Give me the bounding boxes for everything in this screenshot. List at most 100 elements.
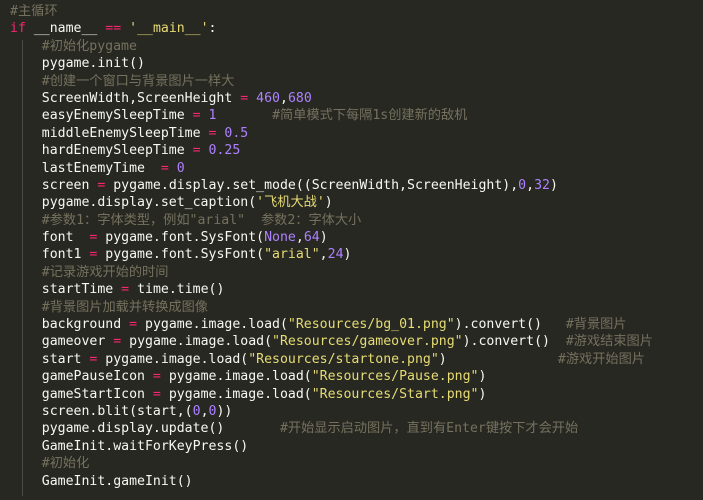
- code-line[interactable]: gamePauseIcon = pygame.image.load("Resou…: [10, 368, 653, 385]
- code-line[interactable]: #参数1：字体类型，例如"arial" 参数2：字体大小: [10, 212, 653, 229]
- code-token-code-text: pygame.display.update(): [41, 421, 280, 437]
- code-token-code-text: [216, 108, 272, 123]
- code-view[interactable]: #主循环 if __name__ == '__main__': #初始化pygam…: [10, 3, 653, 490]
- code-line[interactable]: GameInit.waitForKeyPress(): [10, 438, 653, 455]
- code-token-code-text: screen.blit(start,(: [41, 403, 193, 419]
- code-line[interactable]: gameStartIcon = pygame.image.load("Resou…: [10, 386, 653, 403]
- code-token-code-text: gamePauseIcon: [41, 369, 153, 385]
- code-token-code-text: middleEnemySleepTime: [41, 125, 209, 141]
- code-token-code-text: ScreenWidth,ScreenHeight: [41, 90, 241, 106]
- code-line[interactable]: easyEnemySleepTime = 1 #简单模式下每隔1s创建新的敌机: [10, 107, 653, 124]
- code-line[interactable]: #主循环: [10, 3, 653, 20]
- code-token-code-text: pygame.image.load(: [137, 317, 288, 333]
- code-token-number: 0: [176, 160, 185, 176]
- code-line[interactable]: screen = pygame.display.set_mode((Screen…: [10, 177, 653, 194]
- code-token-operator: =: [121, 282, 130, 298]
- code-line[interactable]: gameover = pygame.image.load("Resources/…: [10, 333, 653, 350]
- code-line[interactable]: #创建一个窗口与背景图片一样大: [10, 73, 653, 90]
- code-token-number: None: [264, 230, 296, 246]
- code-line[interactable]: #初始化pygame: [10, 38, 653, 55]
- code-token-comment: #背景图片: [565, 317, 627, 333]
- code-line[interactable]: pygame.display.set_caption('飞机大战'): [10, 194, 653, 211]
- code-token-code-text: font1: [41, 247, 90, 263]
- code-token-string: "Resources/Start.png": [311, 386, 479, 402]
- code-line[interactable]: GameInit.gameInit(): [10, 473, 653, 490]
- code-token-code-text: lastEnemyTime: [41, 160, 161, 176]
- code-line[interactable]: middleEnemySleepTime = 0.5: [10, 125, 653, 142]
- code-token-number: 680: [287, 90, 312, 106]
- code-line[interactable]: #初始化: [10, 455, 653, 472]
- code-token-operator: =: [160, 160, 169, 176]
- code-token-operator: =: [113, 334, 122, 350]
- code-token-code-text: pygame.image.load(: [97, 351, 249, 367]
- code-token-code-text: background: [41, 317, 130, 333]
- code-token-number: 0.5: [224, 125, 249, 141]
- code-token-comment: #参数1：字体类型，例如"arial" 参数2：字体大小: [41, 212, 362, 228]
- code-token-code-text: ): [438, 351, 558, 367]
- code-line[interactable]: if __name__ == '__main__':: [10, 20, 653, 37]
- code-line[interactable]: background = pygame.image.load("Resource…: [10, 316, 653, 333]
- code-token-string: '__main__': [129, 21, 209, 37]
- code-token-comment: #创建一个窗口与背景图片一样大: [41, 73, 235, 89]
- code-token-code-text: screen: [41, 177, 98, 193]
- code-line[interactable]: lastEnemyTime = 0: [10, 160, 653, 177]
- code-token-code-text: ,: [295, 230, 304, 246]
- code-line[interactable]: startTime = time.time(): [10, 281, 653, 298]
- code-token-code-text: pygame.font.SysFont(: [97, 247, 265, 263]
- code-token-code-text: ).convert(): [454, 317, 566, 333]
- code-token-code-text: [169, 161, 177, 176]
- code-token-code-text: easyEnemySleepTime: [41, 108, 193, 124]
- code-token-code-text: ,: [319, 247, 328, 263]
- code-line[interactable]: pygame.display.update() #开始显示启动图片，直到有Ent…: [10, 420, 653, 437]
- code-token-code-text: pygame.display.set_caption(: [41, 195, 257, 211]
- code-line[interactable]: pygame.init(): [10, 55, 653, 72]
- code-token-code-text: ): [324, 195, 333, 211]
- code-line[interactable]: #记录游戏开始的时间: [10, 264, 653, 281]
- code-token-code-text: pygame.display.set_mode((ScreenWidth,Scr…: [105, 177, 519, 193]
- code-line[interactable]: #背景图片加载并转换成图像: [10, 299, 653, 316]
- code-token-comment: #初始化pygame: [41, 38, 137, 54]
- code-token-code-text: [201, 143, 209, 158]
- code-token-code-text: GameInit.gameInit(): [41, 473, 193, 489]
- code-token-comment: #记录游戏开始的时间: [41, 264, 169, 280]
- code-token-number: 24: [327, 247, 344, 263]
- code-line[interactable]: ScreenWidth,ScreenHeight = 460,680: [10, 90, 653, 107]
- code-token-code-text: ): [319, 230, 328, 246]
- code-line[interactable]: font1 = pygame.font.SysFont("arial",24): [10, 246, 653, 263]
- code-token-comment: #主循环: [10, 4, 58, 19]
- code-token-code-text: start: [41, 351, 90, 367]
- code-line[interactable]: font = pygame.font.SysFont(None,64): [10, 229, 653, 246]
- code-line[interactable]: hardEnemySleepTime = 0.25: [10, 142, 653, 159]
- code-token-code-text: ): [478, 386, 487, 402]
- code-token-code-text: pygame.image.load(: [160, 369, 312, 385]
- code-token-code-text: gameStartIcon: [41, 386, 153, 402]
- code-token-code-text: ,: [280, 90, 288, 106]
- code-token-code-text: [201, 108, 209, 123]
- code-token-code-text: ): [478, 369, 487, 385]
- code-line[interactable]: start = pygame.image.load("Resources/sta…: [10, 351, 653, 368]
- code-token-code-text: __name__: [25, 21, 106, 37]
- code-token-operator: ==: [105, 21, 122, 37]
- code-token-string: "Resources/Pause.png": [311, 369, 479, 385]
- code-line[interactable]: screen.blit(start,(0,0)): [10, 403, 653, 420]
- code-token-number: 0: [192, 403, 201, 419]
- code-token-string: "Resources/bg_01.png": [287, 317, 455, 333]
- code-token-operator: =: [152, 369, 161, 385]
- code-editor[interactable]: #主循环 if __name__ == '__main__': #初始化pygam…: [0, 0, 703, 500]
